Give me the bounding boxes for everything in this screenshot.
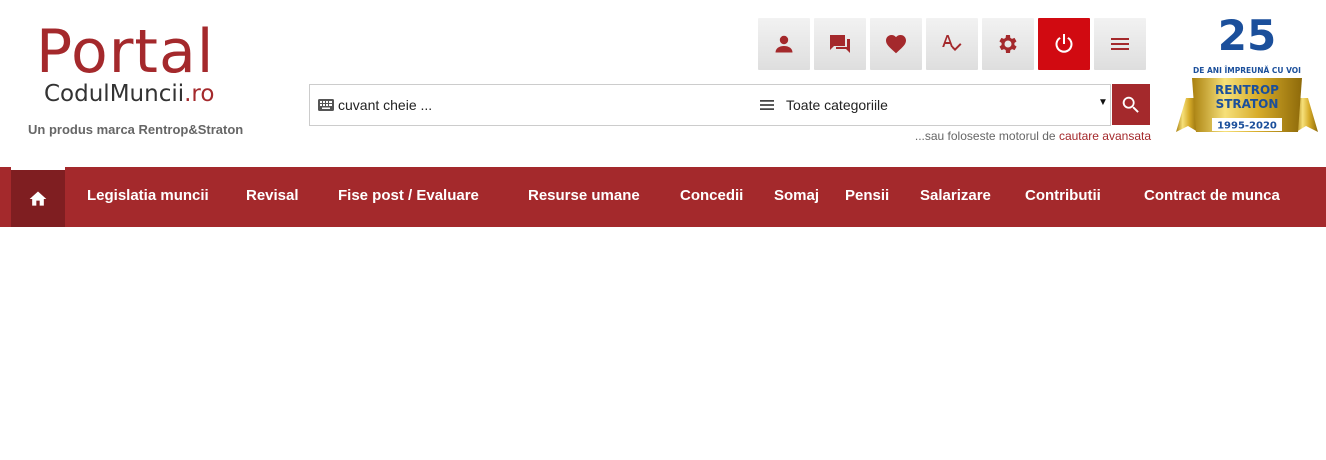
logout-button[interactable]	[1038, 18, 1090, 70]
nav-home-button[interactable]	[11, 167, 65, 227]
search-bar: Toate categoriile ▼	[309, 84, 1111, 126]
advanced-search-prefix: ...sau foloseste motorul de	[914, 129, 1059, 143]
nav-item-revisal[interactable]: Revisal	[246, 187, 299, 204]
nav-item-legislatia[interactable]: Legislatia muncii	[87, 187, 209, 204]
nav-item-contract[interactable]: Contract de munca	[1144, 187, 1280, 204]
logo-subtitle: CodulMuncii.ro	[44, 80, 214, 108]
anniversary-badge[interactable]: 25 DE ANI ÎMPREUNĂ CU VOI RENTROP STRATO…	[1172, 14, 1322, 139]
caret-down-icon[interactable]: ▼	[1098, 97, 1108, 108]
account-button[interactable]	[758, 18, 810, 70]
advanced-search-link[interactable]: cautare avansata	[1059, 129, 1151, 143]
nav-item-contributii[interactable]: Contributii	[1025, 187, 1101, 204]
keyboard-icon	[318, 99, 334, 111]
power-icon	[1055, 34, 1073, 53]
settings-button[interactable]	[982, 18, 1034, 70]
main-menu-button[interactable]	[1094, 18, 1146, 70]
nav-item-resurse-umane[interactable]: Resurse umane	[528, 187, 640, 204]
gear-icon	[999, 35, 1017, 53]
badge-years: 1995-2020	[1217, 121, 1277, 132]
advanced-search-hint: ...sau foloseste motorul de cautare avan…	[915, 129, 1151, 143]
badge-brand2: STRATON	[1216, 97, 1279, 111]
badge-number: 25	[1218, 14, 1276, 60]
search-icon	[1122, 96, 1139, 113]
badge-brand1: RENTROP	[1215, 83, 1279, 97]
nav-item-salarizare[interactable]: Salarizare	[920, 187, 991, 204]
spellcheck-icon	[942, 35, 962, 51]
logo-portal-text: Portal	[36, 17, 215, 87]
heart-icon	[886, 35, 906, 54]
nav-item-fise-post[interactable]: Fise post / Evaluare	[338, 187, 479, 204]
logo-tagline: Un produs marca Rentrop&Straton	[28, 122, 244, 137]
nav-item-somaj[interactable]: Somaj	[774, 187, 819, 204]
site-logo[interactable]: Portal CodulMuncii.ro Un produs marca Re…	[28, 18, 258, 143]
favorites-button[interactable]	[870, 18, 922, 70]
spellcheck-button[interactable]	[926, 18, 978, 70]
list-icon	[760, 100, 774, 110]
logo-sub-main: CodulMuncii	[44, 81, 185, 107]
search-button[interactable]	[1112, 84, 1150, 125]
nav-item-pensii[interactable]: Pensii	[845, 187, 889, 204]
user-toolbar	[758, 18, 1146, 70]
home-icon	[29, 191, 47, 206]
chat-icon	[830, 35, 850, 53]
forum-button[interactable]	[814, 18, 866, 70]
badge-line1: DE ANI ÎMPREUNĂ CU VOI	[1193, 66, 1301, 75]
logo-sub-tld: .ro	[184, 81, 215, 107]
user-icon	[775, 35, 793, 53]
menu-icon	[1111, 38, 1129, 50]
search-input[interactable]	[338, 85, 748, 125]
category-select[interactable]: Toate categoriile	[786, 97, 888, 113]
nav-item-concedii[interactable]: Concedii	[680, 187, 743, 204]
main-nav: Legislatia muncii Revisal Fise post / Ev…	[0, 167, 1326, 227]
